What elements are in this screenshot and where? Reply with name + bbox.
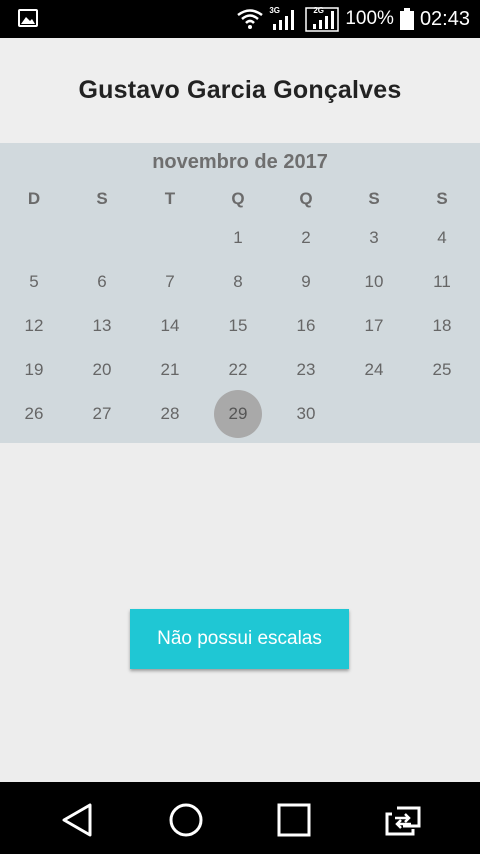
calendar-day[interactable]: 2 — [272, 216, 340, 260]
calendar-day[interactable]: 30 — [272, 392, 340, 436]
gallery-icon — [18, 9, 38, 27]
weekday-label: Q — [299, 189, 313, 208]
calendar-day[interactable]: 22 — [204, 348, 272, 392]
calendar-day-empty — [136, 216, 204, 260]
calendar-day[interactable]: 29 — [204, 390, 272, 438]
calendar-day-label: 19 — [24, 360, 44, 379]
calendar-day-label: 20 — [92, 360, 112, 379]
signal-icon: 3G — [269, 6, 299, 32]
battery-percent: 100% — [345, 8, 394, 29]
calendar-day[interactable]: 23 — [272, 348, 340, 392]
calendar-day[interactable]: 7 — [136, 260, 204, 304]
calendar-day-label: 10 — [364, 272, 384, 291]
calendar-day[interactable]: 14 — [136, 304, 204, 348]
calendar-day[interactable]: 1 — [204, 216, 272, 260]
calendar-day-label: 30 — [296, 404, 316, 423]
calendar-day[interactable]: 24 — [340, 348, 408, 392]
calendar-day-label: 2 — [301, 228, 311, 247]
calendar-day[interactable]: 20 — [68, 348, 136, 392]
calendar-day[interactable]: 6 — [68, 260, 136, 304]
calendar-day-label: 7 — [165, 272, 175, 291]
calendar-day-label: 25 — [432, 360, 452, 379]
calendar-day-label: 27 — [92, 404, 112, 423]
calendar-day[interactable]: 27 — [68, 392, 136, 436]
calendar-day-label: 3 — [369, 228, 379, 247]
battery-icon — [399, 8, 414, 30]
signal-icon-2: 2G — [305, 6, 340, 32]
calendar-week-row: 12 13 14 15 16 17 18 — [0, 304, 480, 348]
weekday-label: S — [436, 189, 448, 208]
calendar-day[interactable]: 26 — [0, 392, 68, 436]
calendar-day-label: 16 — [296, 316, 316, 335]
calendar-day-label: 29 — [228, 404, 248, 423]
calendar-day-label: 14 — [160, 316, 180, 335]
navigation-bar — [0, 782, 480, 854]
calendar-day[interactable]: 10 — [340, 260, 408, 304]
calendar-day-label: 28 — [160, 404, 180, 423]
calendar-day-label: 8 — [233, 272, 243, 291]
calendar-day-label: 21 — [160, 360, 180, 379]
calendar-day[interactable]: 3 — [340, 216, 408, 260]
calendar-day[interactable]: 17 — [340, 304, 408, 348]
calendar-day-label: 4 — [437, 228, 447, 247]
home-icon[interactable] — [166, 800, 206, 840]
calendar-day-label: 18 — [432, 316, 452, 335]
switch-icon[interactable] — [383, 800, 423, 840]
calendar: novembro de 2017 D S T Q Q S S 123456789… — [0, 143, 480, 443]
page-title: Gustavo Garcia Gonçalves — [78, 76, 402, 104]
calendar-day-empty — [340, 392, 408, 436]
calendar-day-label: 15 — [228, 316, 248, 335]
calendar-day[interactable]: 4 — [408, 216, 476, 260]
calendar-day-label: 24 — [364, 360, 384, 379]
weekday-label: T — [164, 189, 176, 208]
calendar-day-label: 5 — [29, 272, 39, 291]
calendar-month-label: novembro de 2017 — [152, 151, 328, 173]
calendar-day-empty — [408, 392, 476, 436]
weekday-header: D S T Q Q S S — [0, 189, 480, 209]
calendar-day-label: 9 — [301, 272, 311, 291]
status-bar: 3G 2G 100% 02:43 — [0, 0, 480, 38]
calendar-day[interactable]: 13 — [68, 304, 136, 348]
weekday-label: S — [96, 189, 108, 208]
weekday-label: Q — [231, 189, 245, 208]
calendar-week-row: 26 27 28 29 30 — [0, 390, 480, 438]
calendar-day-label: 12 — [24, 316, 44, 335]
calendar-day-label: 26 — [24, 404, 44, 423]
calendar-day-label: 1 — [233, 228, 243, 247]
calendar-day[interactable]: 11 — [408, 260, 476, 304]
calendar-day[interactable]: 25 — [408, 348, 476, 392]
calendar-day-label: 23 — [296, 360, 316, 379]
wifi-icon — [237, 9, 264, 29]
calendar-day-label: 13 — [92, 316, 112, 335]
calendar-day[interactable]: 28 — [136, 392, 204, 436]
calendar-day[interactable]: 21 — [136, 348, 204, 392]
calendar-day-label: 6 — [97, 272, 107, 291]
calendar-week-row: 1 2 3 4 — [0, 216, 480, 260]
calendar-day[interactable]: 12 — [0, 304, 68, 348]
calendar-day[interactable]: 19 — [0, 348, 68, 392]
calendar-day-label: 22 — [228, 360, 248, 379]
calendar-day[interactable]: 9 — [272, 260, 340, 304]
calendar-day-empty — [0, 216, 68, 260]
page-header: Gustavo Garcia Gonçalves — [0, 38, 480, 143]
calendar-day[interactable]: 5 — [0, 260, 68, 304]
calendar-week-row: 5 6 7 8 9 10 11 — [0, 260, 480, 304]
calendar-week-row: 19 20 21 22 23 24 25 — [0, 348, 480, 392]
weekday-label: D — [27, 189, 41, 208]
calendar-day[interactable]: 16 — [272, 304, 340, 348]
calendar-day-empty — [68, 216, 136, 260]
back-icon[interactable] — [58, 800, 98, 840]
calendar-day[interactable]: 8 — [204, 260, 272, 304]
recents-icon[interactable] — [274, 800, 314, 840]
calendar-day[interactable]: 18 — [408, 304, 476, 348]
no-schedules-button[interactable]: Não possui escalas — [130, 609, 349, 669]
calendar-day-label: 17 — [364, 316, 384, 335]
weekday-label: S — [368, 189, 380, 208]
calendar-day[interactable]: 15 — [204, 304, 272, 348]
clock: 02:43 — [419, 7, 470, 30]
calendar-day-label: 11 — [433, 272, 451, 291]
